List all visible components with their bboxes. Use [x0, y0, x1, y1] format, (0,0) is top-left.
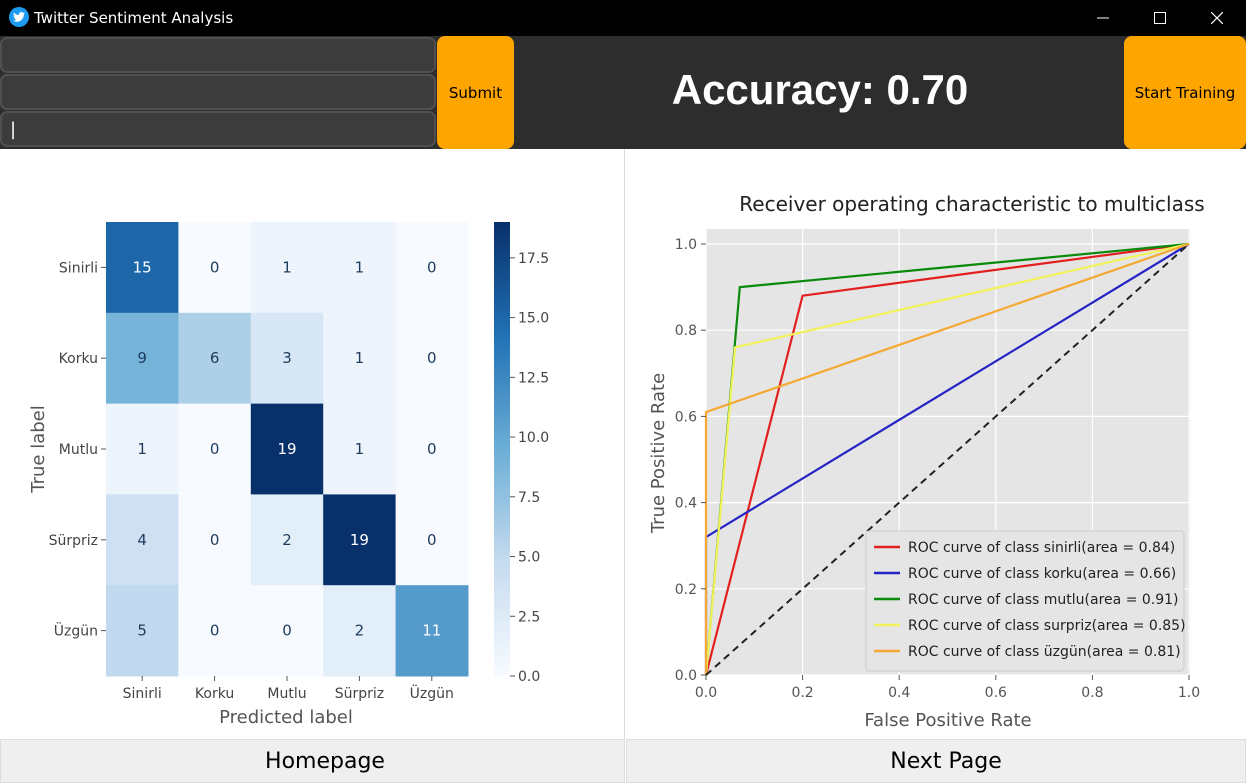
colorbar-tick-label: 10.0 [518, 430, 549, 446]
x-tick-label: Üzgün [410, 684, 454, 702]
text-input-2[interactable] [0, 74, 436, 110]
cell-value-label: 0 [427, 440, 437, 458]
roc-chart: Receiver operating characteristic to mul… [648, 192, 1205, 731]
cell-value-label: 6 [210, 349, 220, 367]
cell-value-label: 1 [137, 440, 147, 458]
cell-value-label: 2 [355, 622, 365, 640]
cell-value-label: 5 [137, 622, 147, 640]
x-tick-label: Sinirli [123, 686, 162, 702]
colorbar-tick-label: 12.5 [518, 370, 549, 386]
legend-label: ROC curve of class sinirli(area = 0.84) [908, 540, 1175, 556]
legend-label: ROC curve of class korku(area = 0.66) [908, 566, 1176, 582]
homepage-button[interactable]: Homepage [0, 739, 625, 783]
colorbar-tick-label: 2.5 [518, 609, 540, 625]
colorbar-tick-label: 0.0 [518, 669, 540, 685]
submit-button[interactable]: Submit [437, 36, 514, 149]
confusion-matrix-chart: 15 0 1 1 09 6 3 1 01 0 19 1 04 0 2 19 05 0 0 2 11 SinirliKor… [28, 222, 549, 728]
cell-value-label: 4 [137, 531, 147, 549]
next-page-button[interactable]: Next Page [626, 739, 1246, 783]
x-axis-label: Predicted label [219, 707, 353, 728]
twitter-bird-icon [9, 7, 29, 27]
roc-x-axis-label: False Positive Rate [864, 710, 1031, 731]
x-tick-label: 1.0 [1178, 685, 1200, 701]
cell-value-label: 2 [282, 531, 292, 549]
start-training-button[interactable]: Start Training [1124, 36, 1246, 149]
cell-value-label: 11 [422, 622, 441, 640]
colorbar-tick-label: 5.0 [518, 550, 540, 566]
y-tick-label: Korku [59, 351, 98, 367]
cell-value-label: 0 [282, 622, 292, 640]
accuracy-label: Accuracy: 0.70 [671, 66, 969, 113]
y-tick-label: 0.2 [675, 582, 697, 598]
cell-value-label: 0 [427, 349, 437, 367]
cell-value-label: 0 [210, 531, 220, 549]
y-tick-label: 0.8 [675, 323, 697, 339]
y-tick-label: 0.4 [675, 496, 697, 512]
legend-label: ROC curve of class mutlu(area = 0.91) [908, 592, 1179, 608]
toolbar: Submit Accuracy: 0.70 Start Training [0, 36, 1246, 149]
x-tick-label: 0.2 [791, 685, 813, 701]
x-tick-label: 0.0 [695, 685, 717, 701]
cell-value-label: 0 [210, 622, 220, 640]
cell-value-label: 1 [355, 440, 365, 458]
y-tick-label: 1.0 [675, 237, 697, 253]
cell-value-label: 3 [282, 349, 292, 367]
colorbar [494, 222, 510, 676]
y-axis-label: True label [28, 405, 49, 494]
text-input-1[interactable] [0, 37, 436, 73]
close-button[interactable] [1194, 0, 1240, 36]
window-title: Twitter Sentiment Analysis [34, 9, 234, 27]
maximize-icon [1154, 12, 1166, 24]
cell-value-label: 19 [277, 440, 296, 458]
roc-title: Receiver operating characteristic to mul… [739, 192, 1204, 216]
cell-value-label: 1 [355, 258, 365, 276]
cell-value-label: 0 [210, 258, 220, 276]
y-tick-label: 0.6 [675, 409, 697, 425]
y-tick-label: Sürpriz [49, 533, 98, 549]
y-tick-label: Mutlu [59, 442, 98, 458]
y-tick-label: Sinirli [59, 260, 98, 276]
cell-value-label: 1 [282, 258, 292, 276]
cell-value-label: 9 [137, 349, 147, 367]
minimize-button[interactable] [1080, 0, 1126, 36]
close-icon [1211, 12, 1223, 24]
maximize-button[interactable] [1137, 0, 1183, 36]
x-tick-label: Sürpriz [335, 686, 384, 702]
x-tick-label: Mutlu [267, 686, 306, 702]
colorbar-tick-label: 15.0 [518, 311, 549, 327]
colorbar-tick-label: 7.5 [518, 490, 540, 506]
x-tick-label: 0.4 [888, 685, 910, 701]
cell-value-label: 0 [427, 531, 437, 549]
cell-value-label: 15 [133, 258, 152, 276]
confusion-matrix-panel: 15 0 1 1 0 9 6 3 1 0 1 0 19 1 0 4 0 2 19 0 5 0 0 2 11 Sinirli Kor… [0, 149, 625, 739]
cell-value-label: 0 [210, 440, 220, 458]
minimize-icon [1097, 17, 1109, 19]
title-bar: Twitter Sentiment Analysis [0, 0, 1246, 36]
text-input-3[interactable] [0, 111, 436, 147]
cell-value-label: 1 [355, 349, 365, 367]
colorbar-tick-label: 17.5 [518, 251, 549, 267]
legend-label: ROC curve of class üzgün(area = 0.81) [908, 644, 1181, 660]
roc-y-axis-label: True Positive Rate [648, 373, 669, 534]
roc-chart-panel: Receiver operating characteristic to mul… [626, 149, 1246, 739]
cell-value-label: 0 [427, 258, 437, 276]
x-tick-label: Korku [195, 686, 234, 702]
x-tick-label: 0.8 [1081, 685, 1103, 701]
x-tick-label: 0.6 [985, 685, 1007, 701]
y-tick-label: Üzgün [54, 622, 98, 640]
y-tick-label: 0.0 [675, 668, 697, 684]
legend-label: ROC curve of class surpriz(area = 0.85) [908, 618, 1186, 634]
cell-value-label: 19 [350, 531, 369, 549]
